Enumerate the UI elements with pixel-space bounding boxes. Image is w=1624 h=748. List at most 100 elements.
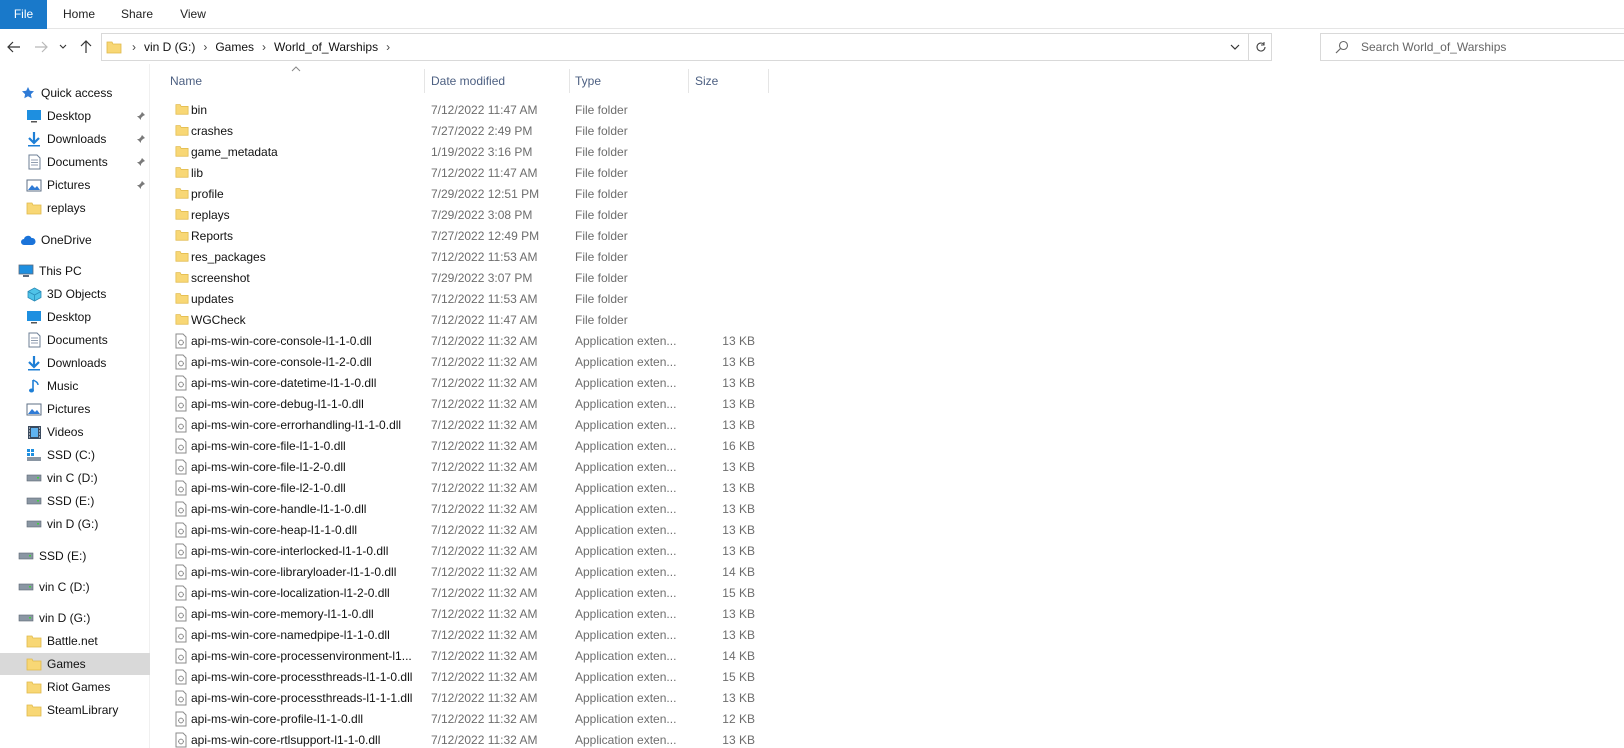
file-row[interactable]: api-ms-win-core-processenvironment-l1...… xyxy=(172,646,772,667)
file-row[interactable]: api-ms-win-core-heap-l1-1-0.dll 7/12/2022… xyxy=(172,520,772,541)
search-box[interactable]: Search World_of_Warships xyxy=(1320,33,1624,61)
nav-pc-videos[interactable]: Videos xyxy=(0,421,150,443)
nav-pc-music[interactable]: Music xyxy=(0,375,150,397)
breadcrumb-games[interactable]: Games xyxy=(215,40,254,54)
file-row[interactable]: res_packages 7/12/2022 11:53 AM File folde… xyxy=(172,247,772,268)
file-row[interactable]: WGCheck 7/12/2022 11:47 AM File folder xyxy=(172,310,772,331)
column-divider[interactable] xyxy=(424,69,425,93)
nav-pc-vin-c[interactable]: vin C (D:) xyxy=(0,467,150,489)
pin-icon[interactable] xyxy=(136,110,146,124)
nav-pc-downloads[interactable]: Downloads xyxy=(0,352,150,374)
pin-icon[interactable] xyxy=(136,133,146,147)
file-row[interactable]: updates 7/12/2022 11:53 AM File folder xyxy=(172,289,772,310)
file-row[interactable]: api-ms-win-core-localization-l1-2-0.dll 7… xyxy=(172,583,772,604)
nav-pc-ssd-c[interactable]: SSD (C:) xyxy=(0,444,150,466)
up-button[interactable] xyxy=(76,36,96,58)
column-divider[interactable] xyxy=(768,69,769,93)
file-row[interactable]: api-ms-win-core-processthreads-l1-1-0.dl… xyxy=(172,667,772,688)
file-row[interactable]: api-ms-win-core-memory-l1-1-0.dll 7/12/20… xyxy=(172,604,772,625)
file-row[interactable]: lib 7/12/2022 11:47 AM File folder xyxy=(172,163,772,184)
column-divider[interactable] xyxy=(569,69,570,93)
forward-button[interactable] xyxy=(31,36,51,58)
nav-quick-desktop[interactable]: Desktop xyxy=(0,105,150,127)
file-row[interactable]: api-ms-win-core-errorhandling-l1-1-0.dll… xyxy=(172,415,772,436)
column-header-size[interactable]: Size xyxy=(695,68,765,94)
nav-quick-access[interactable]: Quick access xyxy=(0,82,150,104)
arrow-up-icon xyxy=(80,40,92,53)
breadcrumb-separator-icon[interactable]: › xyxy=(262,40,266,54)
file-type: Application exten... xyxy=(575,439,677,453)
file-row[interactable]: Reports 7/27/2022 12:49 PM File folder xyxy=(172,226,772,247)
file-row[interactable]: api-ms-win-core-console-l1-1-0.dll 7/12/2… xyxy=(172,331,772,352)
file-name: crashes xyxy=(191,124,234,138)
file-date-modified: 7/27/2022 2:49 PM xyxy=(431,124,533,138)
pin-icon[interactable] xyxy=(136,179,146,193)
file-row[interactable]: game_metadata 1/19/2022 3:16 PM File folde… xyxy=(172,142,772,163)
file-size xyxy=(692,121,755,142)
nav-quick-replays[interactable]: replays xyxy=(0,197,150,219)
tab-view[interactable]: View xyxy=(170,0,216,29)
file-row[interactable]: api-ms-win-core-interlocked-l1-1-0.dll 7/… xyxy=(172,541,772,562)
nav-drive-vin-c[interactable]: vin C (D:) xyxy=(0,576,150,598)
breadcrumb-separator-icon[interactable]: › xyxy=(203,40,207,54)
file-row[interactable]: api-ms-win-core-file-l2-1-0.dll 7/12/2022… xyxy=(172,478,772,499)
breadcrumb-separator-icon[interactable]: › xyxy=(132,40,136,54)
column-divider[interactable] xyxy=(688,69,689,93)
nav-drive-vin-d[interactable]: vin D (G:) xyxy=(0,607,150,629)
nav-pc-pictures[interactable]: Pictures xyxy=(0,398,150,420)
back-button[interactable] xyxy=(4,36,24,58)
nav-g-games[interactable]: Games xyxy=(0,653,150,675)
nav-g-steamlibrary[interactable]: SteamLibrary xyxy=(0,699,150,721)
file-row[interactable]: replays 7/29/2022 3:08 PM File folder xyxy=(172,205,772,226)
file-row[interactable]: api-ms-win-core-file-l1-2-0.dll 7/12/2022… xyxy=(172,457,772,478)
file-row[interactable]: api-ms-win-core-file-l1-1-0.dll 7/12/2022… xyxy=(172,436,772,457)
file-row[interactable]: screenshot 7/29/2022 3:07 PM File folder xyxy=(172,268,772,289)
recent-locations-button[interactable] xyxy=(56,36,70,58)
column-header-type[interactable]: Type xyxy=(575,68,685,94)
file-row[interactable]: api-ms-win-core-debug-l1-1-0.dll 7/12/202… xyxy=(172,394,772,415)
file-size: 13 KB xyxy=(722,481,755,495)
file-row[interactable]: profile 7/29/2022 12:51 PM File folder xyxy=(172,184,772,205)
file-size: 13 KB xyxy=(722,418,755,432)
tab-share[interactable]: Share xyxy=(112,0,162,29)
nav-drive-ssd-e[interactable]: SSD (E:) xyxy=(0,545,150,567)
file-row[interactable]: api-ms-win-core-namedpipe-l1-1-0.dll 7/12… xyxy=(172,625,772,646)
file-row[interactable]: crashes 7/27/2022 2:49 PM File folder xyxy=(172,121,772,142)
nav-onedrive[interactable]: OneDrive xyxy=(0,229,150,251)
nav-pc-documents[interactable]: Documents xyxy=(0,329,150,351)
file-row[interactable]: api-ms-win-core-handle-l1-1-0.dll 7/12/20… xyxy=(172,499,772,520)
tab-home[interactable]: Home xyxy=(54,0,104,29)
dll-file-icon xyxy=(175,564,189,581)
file-row[interactable]: api-ms-win-core-profile-l1-1-0.dll 7/12/2… xyxy=(172,709,772,730)
refresh-button[interactable] xyxy=(1248,34,1272,60)
nav-pc-3d-objects[interactable]: 3D Objects xyxy=(0,283,150,305)
file-row[interactable]: api-ms-win-core-datetime-l1-1-0.dll 7/12/… xyxy=(172,373,772,394)
nav-pc-ssd-e[interactable]: SSD (E:) xyxy=(0,490,150,512)
nav-quick-downloads[interactable]: Downloads xyxy=(0,128,150,150)
nav-g-riot-games[interactable]: Riot Games xyxy=(0,676,150,698)
file-row[interactable]: api-ms-win-core-processthreads-l1-1-1.dl… xyxy=(172,688,772,709)
search-input[interactable]: Search World_of_Warships xyxy=(1361,34,1506,60)
file-row[interactable]: bin 7/12/2022 11:47 AM File folder xyxy=(172,100,772,121)
column-header-name[interactable]: Name xyxy=(170,68,420,94)
tab-file[interactable]: File xyxy=(0,0,47,29)
nav-quick-pictures[interactable]: Pictures xyxy=(0,174,150,196)
file-row[interactable]: api-ms-win-core-libraryloader-l1-1-0.dll… xyxy=(172,562,772,583)
column-header-date-modified[interactable]: Date modified xyxy=(431,68,561,94)
pin-icon[interactable] xyxy=(136,156,146,170)
file-size: 13 KB xyxy=(722,334,755,348)
nav-g-battlenet[interactable]: Battle.net xyxy=(0,630,150,652)
nav-pc-desktop[interactable]: Desktop xyxy=(0,306,150,328)
file-row[interactable]: api-ms-win-core-console-l1-2-0.dll 7/12/2… xyxy=(172,352,772,373)
nav-quick-documents[interactable]: Documents xyxy=(0,151,150,173)
breadcrumb-drive[interactable]: vin D (G:) xyxy=(144,40,195,54)
breadcrumb-separator-icon[interactable]: › xyxy=(386,40,390,54)
file-row[interactable]: api-ms-win-core-rtlsupport-l1-1-0.dll 7/1… xyxy=(172,730,772,748)
address-bar[interactable]: › vin D (G:) › Games › World_of_Warships… xyxy=(101,33,1272,61)
file-size xyxy=(692,163,755,184)
nav-this-pc[interactable]: This PC xyxy=(0,260,150,282)
address-history-button[interactable] xyxy=(1227,38,1243,56)
breadcrumb-world-of-warships[interactable]: World_of_Warships xyxy=(274,40,378,54)
file-name: api-ms-win-core-datetime-l1-1-0.dll xyxy=(191,376,377,390)
nav-pc-vin-d[interactable]: vin D (G:) xyxy=(0,513,150,535)
